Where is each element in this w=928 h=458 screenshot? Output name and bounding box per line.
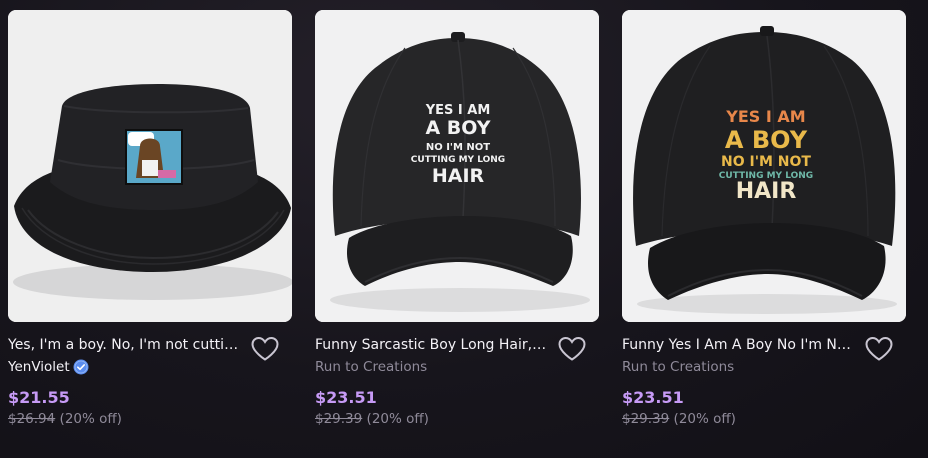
discount-label: (20% off) (366, 411, 429, 427)
cap-text-line: NO I'M NOT (721, 154, 811, 170)
cap-text-line: CUTTING MY LONG (411, 155, 505, 165)
artist-name[interactable]: YenViolet (8, 358, 70, 376)
product-image[interactable]: YES I AM A BOY NO I'M NOT CUTTING MY LON… (315, 10, 599, 322)
artist-name[interactable]: Run to Creations (315, 358, 427, 376)
sale-price: $21.55 (8, 388, 70, 407)
sale-price: $23.51 (315, 388, 377, 407)
original-price: $29.39 (315, 411, 363, 427)
original-price-row: $29.39 (20% off) (622, 410, 906, 428)
cap-text-line: HAIR (736, 179, 797, 204)
product-card[interactable]: YES I AM A BOY NO I'M NOT CUTTING MY LON… (622, 10, 906, 428)
cap-text-line: HAIR (432, 165, 485, 187)
discount-label: (20% off) (59, 411, 122, 427)
original-price-row: $26.94 (20% off) (8, 410, 292, 428)
discount-label: (20% off) (673, 411, 736, 427)
bucket-hat-icon (8, 10, 292, 322)
sale-price: $23.51 (622, 388, 684, 407)
heart-outline-icon[interactable] (557, 336, 587, 362)
cap-text-line: A BOY (425, 117, 490, 139)
cap-text-line: A BOY (725, 126, 808, 154)
product-card[interactable]: Yes, I'm a boy. No, I'm not cutting my l… (8, 10, 292, 428)
dad-hat-icon: YES I AM A BOY NO I'M NOT CUTTING MY LON… (315, 10, 599, 322)
product-title[interactable]: Funny Yes I Am A Boy No I'm Not Cutting … (622, 336, 854, 354)
cap-text-line: NO I'M NOT (426, 142, 490, 153)
original-price: $26.94 (8, 411, 56, 427)
cap-text-line: YES I AM (425, 103, 491, 118)
original-price-row: $29.39 (20% off) (315, 410, 599, 428)
product-title[interactable]: Yes, I'm a boy. No, I'm not cutting my l… (8, 336, 240, 354)
heart-outline-icon[interactable] (250, 336, 280, 362)
product-image[interactable] (8, 10, 292, 322)
cap-text-line: YES I AM (725, 107, 805, 126)
dad-hat-icon: YES I AM A BOY NO I'M NOT CUTTING MY LON… (622, 10, 906, 322)
product-grid: Yes, I'm a boy. No, I'm not cutting my l… (0, 0, 928, 458)
artist-name[interactable]: Run to Creations (622, 358, 734, 376)
verified-badge-icon (73, 359, 89, 375)
product-image[interactable]: YES I AM A BOY NO I'M NOT CUTTING MY LON… (622, 10, 906, 322)
original-price: $29.39 (622, 411, 670, 427)
heart-outline-icon[interactable] (864, 336, 894, 362)
product-card[interactable]: YES I AM A BOY NO I'M NOT CUTTING MY LON… (315, 10, 599, 428)
product-title[interactable]: Funny Sarcastic Boy Long Hair, Yes I Am … (315, 336, 547, 354)
